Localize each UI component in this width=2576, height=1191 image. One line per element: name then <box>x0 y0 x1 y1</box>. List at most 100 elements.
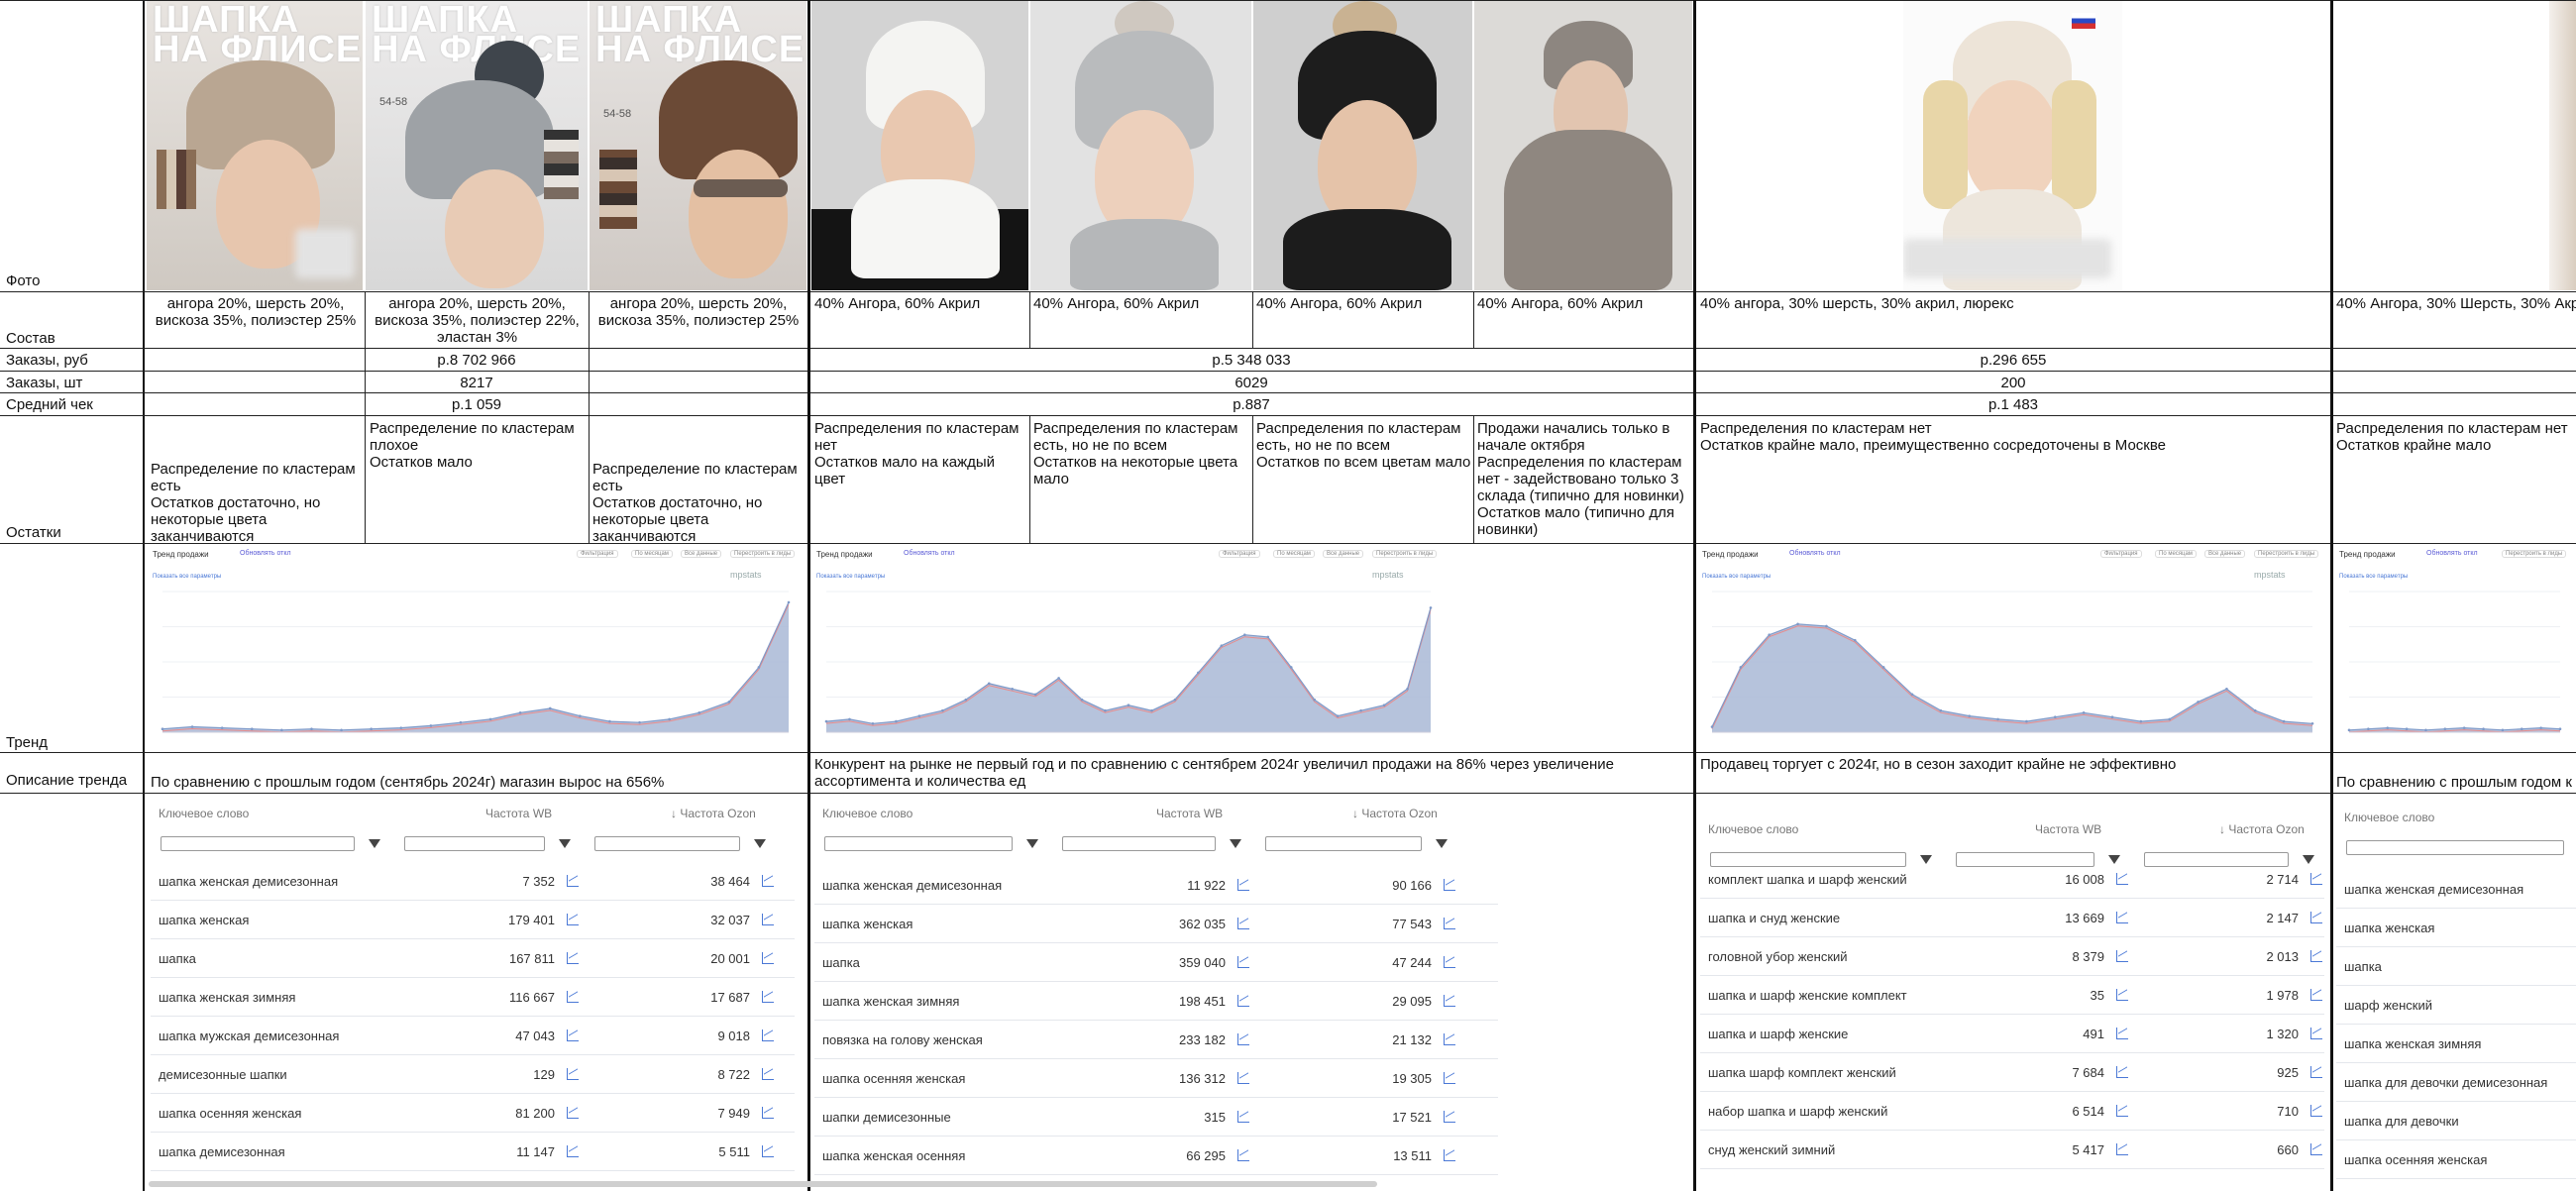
stock-text: Остатков мало (типично для новинки) <box>1477 504 1675 538</box>
filter-icon[interactable] <box>559 839 571 848</box>
trend-chart-4[interactable]: Тренд продажи Обновлять откл Перестроить в… <box>2335 548 2576 750</box>
trend-chart-1[interactable]: Тренд продажи Обновлять откл Фильтрация По … <box>149 548 805 750</box>
filter-input[interactable] <box>161 836 355 851</box>
group3-orders-qty: 200 <box>2000 375 2026 391</box>
chart-icon[interactable] <box>2310 1105 2322 1117</box>
wb-frequency: 129 <box>533 1067 555 1082</box>
chart-icon[interactable] <box>567 991 579 1003</box>
filter-input[interactable] <box>1062 836 1216 851</box>
chart-icon[interactable] <box>567 914 579 925</box>
trend-point <box>2462 726 2466 729</box>
hair <box>1923 80 1968 209</box>
product-photo-5 <box>1030 1 1251 290</box>
chart-icon[interactable] <box>1237 1072 1249 1084</box>
chart-icon[interactable] <box>1444 1033 1455 1045</box>
header-ozon[interactable]: ↓ Частота Ozon <box>671 807 756 820</box>
chart-icon[interactable] <box>2310 1066 2322 1078</box>
chart-icon[interactable] <box>1237 956 1249 968</box>
chart-icon[interactable] <box>2116 1028 2128 1039</box>
chart-icon[interactable] <box>1444 1149 1455 1161</box>
trend-chart-2[interactable]: Тренд продажи Обновлять откл Фильтрация По … <box>812 548 1447 750</box>
chart-icon[interactable] <box>567 1107 579 1119</box>
filter-input[interactable] <box>1265 836 1422 851</box>
chart-icon[interactable] <box>567 952 579 964</box>
filter-icon[interactable] <box>1026 839 1038 848</box>
chart-icon[interactable] <box>1444 879 1455 891</box>
chart-icon[interactable] <box>1444 1072 1455 1084</box>
wb-frequency: 362 035 <box>1179 917 1226 931</box>
chart-icon[interactable] <box>2116 1105 2128 1117</box>
chart-icon[interactable] <box>1237 918 1249 929</box>
chart-icon[interactable] <box>2310 1028 2322 1039</box>
chart-icon[interactable] <box>2310 989 2322 1001</box>
keyword-cell: шарф женский <box>2344 998 2433 1013</box>
chart-icon[interactable] <box>1444 995 1455 1007</box>
chart-icon[interactable] <box>2310 1143 2322 1155</box>
chart-icon[interactable] <box>762 1068 774 1080</box>
filter-input[interactable] <box>404 836 545 851</box>
label-orders-rub: Заказы, руб <box>6 352 88 369</box>
composition-6: 40% Ангора, 60% Акрил <box>1256 295 1423 312</box>
chart-icon[interactable] <box>762 1029 774 1041</box>
header-ozon[interactable]: ↓ Частота Ozon <box>1352 807 1438 820</box>
wb-frequency: 11 147 <box>516 1144 555 1159</box>
chart-icon[interactable] <box>762 991 774 1003</box>
chart-icon[interactable] <box>1444 956 1455 968</box>
chart-icon[interactable] <box>2116 1143 2128 1155</box>
chart-icon[interactable] <box>762 1107 774 1119</box>
stock-9: Распределения по кластерам нет Остатков к… <box>2336 420 2576 454</box>
chart-icon[interactable] <box>1237 1149 1249 1161</box>
trend-point <box>548 706 552 710</box>
chart-icon[interactable] <box>762 914 774 925</box>
filter-icon[interactable] <box>1230 839 1241 848</box>
chart-icon[interactable] <box>2310 873 2322 885</box>
filter-icon[interactable] <box>754 839 766 848</box>
chart-icon[interactable] <box>2116 950 2128 962</box>
chart-icon[interactable] <box>567 1029 579 1041</box>
filter-input[interactable] <box>594 836 740 851</box>
chart-icon[interactable] <box>2116 989 2128 1001</box>
chart-icon[interactable] <box>567 875 579 887</box>
trend-plot <box>1710 591 2314 733</box>
chart-icon[interactable] <box>762 952 774 964</box>
trend-chart-3[interactable]: Тренд продажи Обновлять откл Фильтрация По … <box>1698 548 2328 750</box>
product-photo-7 <box>1474 1 1692 290</box>
keyword-cell: шапка женская <box>822 917 913 931</box>
chart-icon[interactable] <box>567 1145 579 1157</box>
chart-icon[interactable] <box>1237 995 1249 1007</box>
chart-icon[interactable] <box>2116 912 2128 923</box>
header-wb: Частота WB <box>2035 822 2102 836</box>
chart-icon[interactable] <box>1444 918 1455 929</box>
trend-line <box>161 601 790 731</box>
trend-point <box>2558 727 2562 731</box>
table-row: набор шапка и шарф женский 6 514 710 <box>1700 1092 2324 1131</box>
chart-icon[interactable] <box>1444 1111 1455 1123</box>
trend-point <box>1127 704 1130 706</box>
header-ozon[interactable]: ↓ Частота Ozon <box>2219 822 2305 836</box>
filter-input[interactable] <box>824 836 1013 851</box>
group-separator <box>1693 0 1696 1191</box>
chart-icon[interactable] <box>1237 1111 1249 1123</box>
trend-point <box>1011 688 1014 691</box>
chart-icon[interactable] <box>2310 950 2322 962</box>
chart-icon[interactable] <box>1237 879 1249 891</box>
group2-orders-rub: р.5 348 033 <box>1212 352 1291 369</box>
chart-icon[interactable] <box>762 1145 774 1157</box>
table-row: шапка для девочки демисезонная <box>2336 1063 2576 1102</box>
wb-frequency: 198 451 <box>1179 994 1226 1009</box>
chart-icon[interactable] <box>762 875 774 887</box>
filter-input[interactable] <box>2346 840 2564 855</box>
table-row: шапка женская осенняя 66 295 13 511 <box>814 1137 1498 1175</box>
filter-icon[interactable] <box>1436 839 1448 848</box>
trend-point <box>250 727 254 731</box>
chart-icon[interactable] <box>2116 1066 2128 1078</box>
filter-icon[interactable] <box>369 839 380 848</box>
chart-icon[interactable] <box>567 1068 579 1080</box>
table-row: шапка женская 179 401 32 037 <box>151 901 795 939</box>
chart-icon[interactable] <box>1237 1033 1249 1045</box>
trend-point <box>2501 728 2505 732</box>
label-trend-description: Описание тренда <box>6 772 128 789</box>
chart-icon[interactable] <box>2310 912 2322 923</box>
chart-icon[interactable] <box>2116 873 2128 885</box>
horizontal-scrollbar[interactable] <box>149 1181 1377 1187</box>
